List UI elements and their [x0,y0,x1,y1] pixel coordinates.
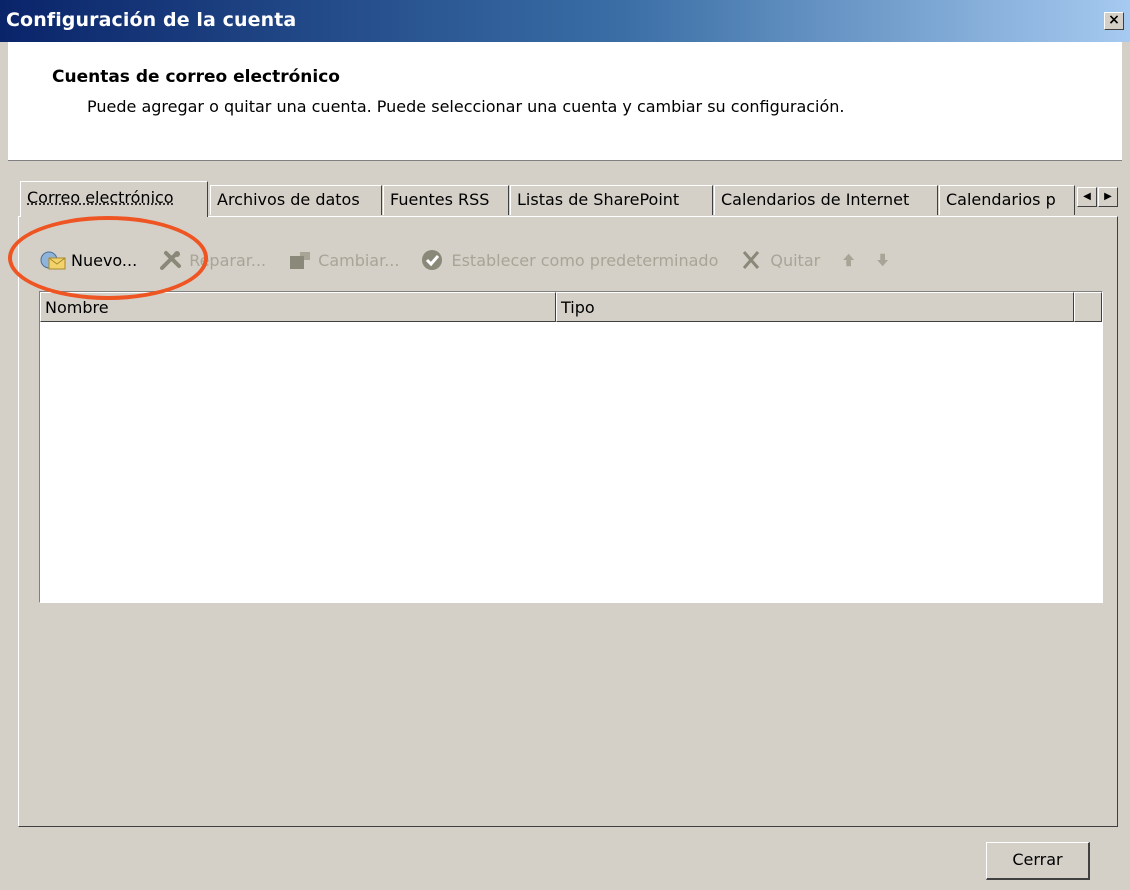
close-window-button[interactable]: × [1104,12,1124,30]
column-header-tipo[interactable]: Tipo [556,292,1074,322]
new-account-button[interactable]: Nuevo... [39,248,137,272]
remove-x-icon [743,251,760,269]
move-up-button[interactable] [840,248,866,272]
tab-panel: Nuevo... Reparar... Cambiar... Establece… [18,216,1118,827]
title-bar: Configuración de la cuenta × [0,0,1130,42]
change-button[interactable]: Cambiar... [286,248,399,272]
change-label: Cambiar... [318,250,400,270]
tools-icon [160,251,182,270]
tab-listas-sharepoint[interactable]: Listas de SharePoint [510,185,713,215]
tab-label: Correo electrónico [27,188,174,207]
tab-scroll-left-icon[interactable]: ◀ [1077,187,1097,207]
arrow-down-icon [877,253,889,267]
tab-fuentes-rss[interactable]: Fuentes RSS [383,185,509,215]
header-title: Cuentas de correo electrónico [52,67,340,87]
checkmark-circle-icon [422,250,443,270]
accounts-list[interactable]: Nombre Tipo [39,291,1103,603]
tab-calendarios-internet[interactable]: Calendarios de Internet [714,185,938,215]
set-default-button[interactable]: Establecer como predeterminado [419,248,718,272]
tab-control: Correo electrónico Archivos de datos Fue… [18,177,1118,827]
window-title: Configuración de la cuenta [6,9,297,31]
new-account-label: Nuevo... [71,250,138,270]
column-header-nombre[interactable]: Nombre [40,292,556,322]
move-down-button[interactable] [874,248,900,272]
remove-label: Quitar [770,250,821,270]
header-panel: Cuentas de correo electrónico Puede agre… [8,42,1122,161]
repair-label: Reparar... [189,250,267,270]
remove-button[interactable]: Quitar [738,248,820,272]
change-settings-icon [290,252,311,269]
tab-scroll-arrows: ◀ ▶ [1077,187,1118,207]
list-header: Nombre Tipo [40,292,1102,322]
repair-button[interactable]: Reparar... [157,248,266,272]
set-default-label: Establecer como predeterminado [451,250,719,270]
column-header-filler [1074,292,1102,322]
header-description: Puede agregar o quitar una cuenta. Puede… [87,97,845,116]
tab-scroll-right-icon[interactable]: ▶ [1098,187,1118,207]
new-mail-icon [40,251,66,270]
account-toolbar: Nuevo... Reparar... Cambiar... Establece… [39,245,1039,275]
arrow-up-icon [843,253,855,267]
tab-strip: Correo electrónico Archivos de datos Fue… [18,177,1118,217]
tab-archivos-de-datos[interactable]: Archivos de datos [210,185,382,215]
close-button[interactable]: Cerrar [986,842,1090,880]
tab-correo-electronico[interactable]: Correo electrónico [20,181,208,217]
tab-calendarios-publicados[interactable]: Calendarios p [939,185,1075,215]
